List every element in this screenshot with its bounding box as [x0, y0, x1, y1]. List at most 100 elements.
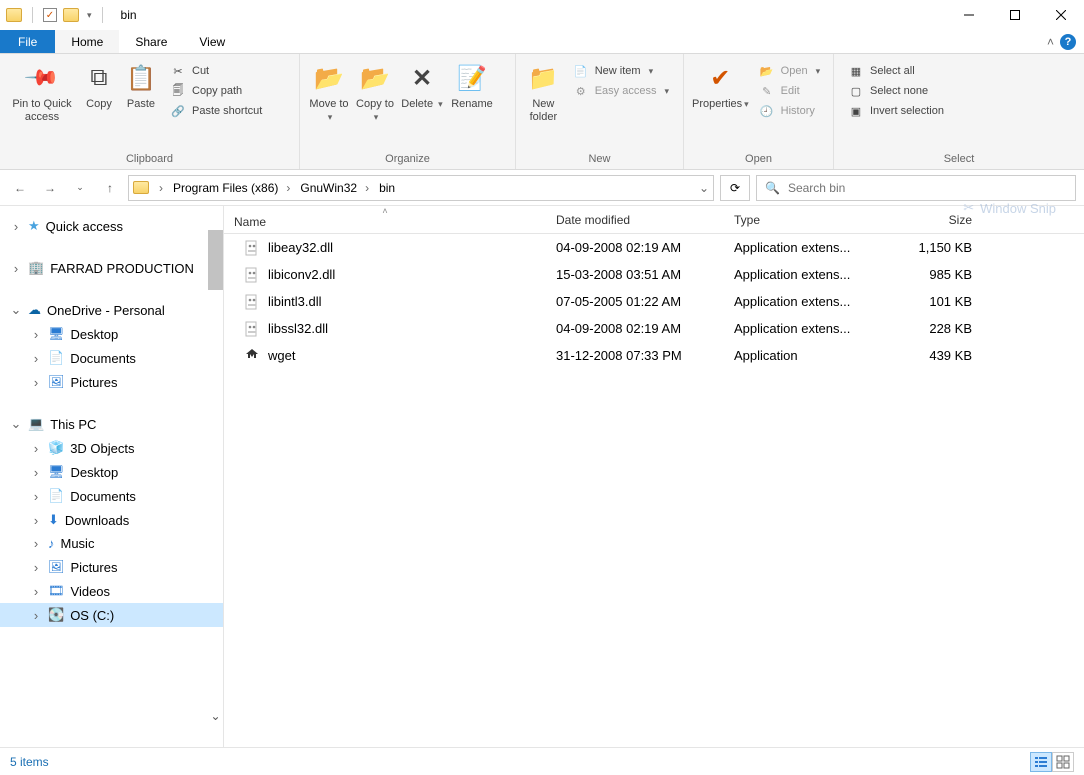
- file-size: 1,150 KB: [878, 240, 982, 255]
- file-type: Application extens...: [724, 267, 878, 282]
- breadcrumb-item[interactable]: bin: [375, 181, 399, 195]
- scrollbar-down-icon[interactable]: ⌄: [208, 708, 223, 723]
- up-button[interactable]: ↑: [98, 176, 122, 200]
- file-list[interactable]: ˄ Name Date modified Type Size libeay32.…: [224, 206, 1084, 747]
- tree-this-pc[interactable]: ⌄💻This PC: [0, 412, 223, 436]
- properties-icon: ✔: [704, 62, 736, 94]
- collapse-ribbon-icon[interactable]: ˄: [1047, 35, 1054, 49]
- help-icon[interactable]: ?: [1060, 34, 1076, 50]
- tree-os-c[interactable]: ›💽OS (C:): [0, 603, 223, 627]
- shortcut-icon: 🔗: [170, 103, 186, 119]
- file-type: Application extens...: [724, 240, 878, 255]
- delete-button[interactable]: ✕ Delete: [398, 58, 446, 115]
- paste-button[interactable]: 📋 Paste: [120, 58, 162, 115]
- breadcrumb-item[interactable]: Program Files (x86): [169, 181, 294, 195]
- file-row[interactable]: wget31-12-2008 07:33 PMApplication439 KB: [224, 342, 1084, 369]
- file-icon: [244, 321, 260, 337]
- search-input[interactable]: [788, 181, 1067, 195]
- qat-folder-icon: [6, 8, 22, 22]
- delete-icon: ✕: [406, 62, 438, 94]
- easy-access-button[interactable]: ⚙Easy access: [569, 82, 673, 100]
- file-row[interactable]: libiconv2.dll15-03-2008 03:51 AMApplicat…: [224, 261, 1084, 288]
- documents-icon: 📄: [48, 350, 64, 366]
- ribbon-tabs: File Home Share View ˄ ?: [0, 30, 1084, 54]
- breadcrumb-item[interactable]: GnuWin32: [296, 181, 373, 195]
- pin-to-quick-access-button[interactable]: 📌 Pin to Quick access: [6, 58, 78, 128]
- copy-to-button[interactable]: 📂 Copy to: [352, 58, 398, 128]
- edit-button[interactable]: ✎Edit: [755, 82, 824, 100]
- column-type[interactable]: Type: [724, 213, 878, 227]
- select-all-button[interactable]: ▦Select all: [844, 62, 948, 80]
- new-folder-icon: 📁: [527, 62, 559, 94]
- tree-desktop[interactable]: ›🖥Desktop: [0, 460, 223, 484]
- copy-path-button[interactable]: 🗐Copy path: [166, 82, 266, 100]
- invert-selection-button[interactable]: ▣Invert selection: [844, 102, 948, 120]
- column-headers[interactable]: ˄ Name Date modified Type Size: [224, 206, 1084, 234]
- properties-button[interactable]: ✔ Properties: [690, 58, 751, 115]
- tree-documents[interactable]: ›📄Documents: [0, 484, 223, 508]
- tab-file[interactable]: File: [0, 30, 55, 53]
- tree-farrad[interactable]: ›🏢FARRAD PRODUCTION: [0, 256, 223, 280]
- tree-pictures[interactable]: ›🖼Pictures: [0, 555, 223, 579]
- tab-view[interactable]: View: [183, 30, 241, 53]
- tree-od-documents[interactable]: ›📄Documents: [0, 346, 223, 370]
- rename-icon: 📝: [456, 62, 488, 94]
- thumbnails-view-button[interactable]: [1052, 752, 1074, 772]
- tree-downloads[interactable]: ›⬇Downloads: [0, 508, 223, 532]
- minimize-button[interactable]: [946, 0, 992, 30]
- column-date[interactable]: Date modified: [546, 213, 724, 227]
- breadcrumb[interactable]: Program Files (x86) GnuWin32 bin ⌄: [128, 175, 714, 201]
- details-view-button[interactable]: [1030, 752, 1052, 772]
- new-item-icon: 📄: [573, 63, 589, 79]
- pin-icon: 📌: [23, 59, 61, 97]
- edit-icon: ✎: [759, 83, 775, 99]
- ribbon: 📌 Pin to Quick access ⧉ Copy 📋 Paste ✂Cu…: [0, 54, 1084, 170]
- refresh-button[interactable]: ⟳: [720, 175, 750, 201]
- videos-icon: 🎞: [48, 583, 65, 599]
- breadcrumb-dropdown[interactable]: ⌄: [699, 181, 709, 195]
- history-button[interactable]: 🕘History: [755, 102, 824, 120]
- file-size: 985 KB: [878, 267, 982, 282]
- music-icon: ♪: [48, 536, 55, 551]
- file-size: 439 KB: [878, 348, 982, 363]
- tree-quick-access[interactable]: ›★Quick access: [0, 214, 223, 238]
- qat-properties-icon[interactable]: ✓: [43, 8, 57, 22]
- new-folder-button[interactable]: 📁 New folder: [522, 58, 565, 128]
- tree-videos[interactable]: ›🎞Videos: [0, 579, 223, 603]
- paste-shortcut-button[interactable]: 🔗Paste shortcut: [166, 102, 266, 120]
- file-row[interactable]: libeay32.dll04-09-2008 02:19 AMApplicati…: [224, 234, 1084, 261]
- tree-od-pictures[interactable]: ›🖼Pictures: [0, 370, 223, 394]
- tree-music[interactable]: ›♪Music: [0, 532, 223, 555]
- forward-button[interactable]: →: [38, 176, 62, 200]
- qat-newfolder-icon[interactable]: [63, 8, 79, 22]
- file-row[interactable]: libssl32.dll04-09-2008 02:19 AMApplicati…: [224, 315, 1084, 342]
- scissors-icon: ✂: [170, 63, 186, 79]
- back-button[interactable]: ←: [8, 176, 32, 200]
- open-button[interactable]: 📂Open: [755, 62, 824, 80]
- close-button[interactable]: [1038, 0, 1084, 30]
- rename-button[interactable]: 📝 Rename: [446, 58, 498, 115]
- file-type: Application: [724, 348, 878, 363]
- navigation-pane[interactable]: ⌄ ›★Quick access ›🏢FARRAD PRODUCTION ⌄☁O…: [0, 206, 224, 747]
- scrollbar-thumb[interactable]: [208, 230, 223, 290]
- copy-button[interactable]: ⧉ Copy: [78, 58, 120, 115]
- desktop-icon: 🖥: [48, 464, 65, 480]
- invert-selection-icon: ▣: [848, 103, 864, 119]
- move-to-button[interactable]: 📂 Move to: [306, 58, 352, 128]
- qat-customize-dropdown[interactable]: [85, 10, 92, 21]
- select-none-button[interactable]: ▢Select none: [844, 82, 948, 100]
- tree-od-desktop[interactable]: ›🖥Desktop: [0, 322, 223, 346]
- search-box[interactable]: 🔍: [756, 175, 1076, 201]
- new-item-button[interactable]: 📄New item: [569, 62, 673, 80]
- cut-button[interactable]: ✂Cut: [166, 62, 266, 80]
- tab-home[interactable]: Home: [55, 30, 119, 53]
- tab-share[interactable]: Share: [119, 30, 183, 53]
- column-size[interactable]: Size: [878, 213, 982, 227]
- tree-onedrive[interactable]: ⌄☁OneDrive - Personal: [0, 298, 223, 322]
- column-name[interactable]: ˄ Name: [224, 211, 546, 229]
- recent-locations-dropdown[interactable]: ⌄: [68, 176, 92, 200]
- tree-3d-objects[interactable]: ›🧊3D Objects: [0, 436, 223, 460]
- maximize-button[interactable]: [992, 0, 1038, 30]
- file-row[interactable]: libintl3.dll07-05-2005 01:22 AMApplicati…: [224, 288, 1084, 315]
- file-size: 101 KB: [878, 294, 982, 309]
